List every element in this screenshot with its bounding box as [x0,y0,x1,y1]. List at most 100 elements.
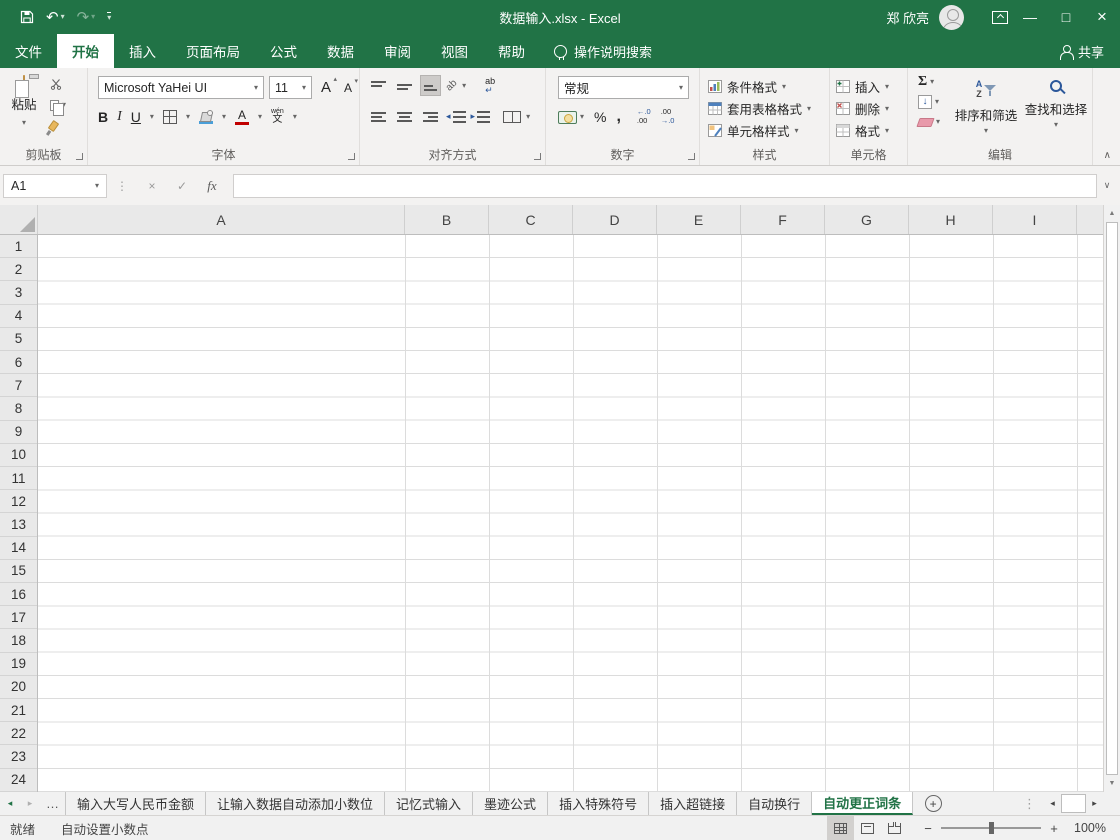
merge-center-button[interactable] [503,110,522,123]
conditional-formatting-button[interactable]: 条件格式 ▾ [708,77,786,96]
decrease-indent-button[interactable]: ◂ [446,110,466,123]
row-header[interactable]: 10 [0,444,37,468]
save-icon[interactable] [20,10,34,24]
row-header[interactable]: 18 [0,629,37,653]
tab-data[interactable]: 数据 [312,34,369,68]
clipboard-dialog-launcher[interactable] [76,153,83,160]
comma-style-button[interactable]: , [616,108,620,126]
phonetic-guide-button[interactable]: wén 文 [271,108,284,125]
undo-button[interactable]: ↶ ▾ [46,10,65,25]
cut-button[interactable] [50,77,66,91]
zoom-level[interactable]: 100% [1064,821,1106,835]
customize-qat-button[interactable]: ▾ [107,12,112,22]
column-header-e[interactable]: E [657,205,741,234]
column-header-c[interactable]: C [489,205,573,234]
horizontal-scroll-thumb[interactable] [1061,794,1086,813]
number-format-select[interactable]: 常规 ▾ [558,76,689,99]
row-header[interactable]: 5 [0,328,37,352]
zoom-slider[interactable] [941,822,1041,834]
sheet-nav-left-button[interactable]: ◂ [0,792,20,815]
tab-home[interactable]: 开始 [57,34,114,68]
column-header-partial[interactable] [1077,205,1103,234]
font-dialog-launcher[interactable] [348,153,355,160]
number-dialog-launcher[interactable] [688,153,695,160]
tab-insert[interactable]: 插入 [114,34,171,68]
horizontal-scrollbar[interactable]: ◂ ▸ [1044,792,1103,815]
font-size-select[interactable]: 11 ▾ [269,76,312,99]
select-all-button[interactable] [0,205,38,234]
sort-filter-button[interactable]: AZ 排序和筛选 ▾ [952,76,1020,135]
column-header-b[interactable]: B [405,205,489,234]
bottom-align-button[interactable] [420,75,441,96]
insert-cells-button[interactable]: 插入 ▾ [836,77,889,96]
increase-decimal-button[interactable]: ←.0 .00 [637,108,651,125]
row-header[interactable]: 22 [0,722,37,746]
alignment-dialog-launcher[interactable] [534,153,541,160]
zoom-in-button[interactable]: + [1044,821,1064,836]
row-header[interactable]: 24 [0,769,37,792]
increase-indent-button[interactable]: ▸ [471,110,491,123]
column-header-g[interactable]: G [825,205,909,234]
ribbon-display-options-icon[interactable] [992,10,1008,24]
sheet-tab[interactable]: 墨迹公式 [473,792,549,815]
sheet-tab-active[interactable]: 自动更正词条 [812,792,914,815]
row-header[interactable]: 13 [0,513,37,537]
row-header[interactable]: 11 [0,467,37,491]
row-header[interactable]: 6 [0,351,37,375]
wrap-text-button[interactable]: ab ↵ [485,76,495,95]
column-header-i[interactable]: I [993,205,1077,234]
new-sheet-button[interactable]: + [913,792,953,815]
user-avatar[interactable] [939,4,964,30]
align-right-button[interactable] [420,106,441,127]
italic-button[interactable]: I [117,109,122,125]
row-header[interactable]: 15 [0,560,37,584]
name-box[interactable]: A1 ▾ [3,173,107,198]
format-cells-button[interactable]: 格式 ▾ [836,121,889,140]
fill-button[interactable]: ↓ ▾ [918,95,940,109]
row-header[interactable]: 19 [0,653,37,676]
share-button[interactable]: 共享 [1044,34,1120,68]
formula-input[interactable] [233,173,1097,198]
hscroll-right-button[interactable]: ▸ [1086,798,1103,809]
underline-button[interactable]: U [131,109,141,125]
close-button[interactable]: × [1084,0,1120,34]
tab-view[interactable]: 视图 [426,34,483,68]
row-header[interactable]: 4 [0,305,37,328]
row-header[interactable]: 21 [0,699,37,723]
align-left-button[interactable] [368,106,389,127]
maximize-button[interactable]: □ [1048,0,1084,34]
delete-cells-button[interactable]: 删除 ▾ [836,99,889,118]
top-align-button[interactable] [368,75,389,96]
autosum-button[interactable]: Σ ▾ [918,74,940,89]
format-as-table-button[interactable]: 套用表格格式 ▾ [708,99,811,118]
hscroll-left-button[interactable]: ◂ [1044,798,1061,809]
zoom-out-button[interactable]: − [918,821,938,836]
row-header[interactable]: 20 [0,676,37,700]
zoom-slider-handle[interactable] [989,822,994,834]
row-header[interactable]: 16 [0,583,37,607]
row-header[interactable]: 14 [0,537,37,560]
column-header-a[interactable]: A [38,205,405,234]
page-break-view-button[interactable] [881,816,908,840]
worksheet-grid[interactable] [38,235,1103,792]
expand-formula-bar-button[interactable]: ∨ [1097,180,1117,191]
format-painter-button[interactable] [47,119,66,133]
borders-button[interactable] [162,109,177,124]
sheet-tab[interactable]: 自动换行 [737,792,813,815]
accounting-format-button[interactable]: ▾ [558,110,584,124]
decrease-decimal-button[interactable]: .00 →.0 [661,108,675,125]
row-header[interactable]: 23 [0,745,37,769]
percent-style-button[interactable]: % [594,109,606,125]
row-header[interactable]: 17 [0,606,37,630]
scroll-down-button[interactable]: ▼ [1104,775,1120,792]
font-color-button[interactable]: A [234,109,249,125]
tell-me-search[interactable]: 操作说明搜索 [540,34,666,68]
sheet-tab[interactable]: 插入特殊符号 [548,792,650,815]
bold-button[interactable]: B [98,109,108,125]
scroll-up-button[interactable]: ▲ [1104,205,1120,222]
find-select-button[interactable]: 查找和选择 ▾ [1022,76,1090,129]
cancel-entry-button[interactable]: × [137,179,167,193]
tab-file[interactable]: 文件 [0,34,57,68]
column-header-d[interactable]: D [573,205,657,234]
sheet-tab[interactable]: 记忆式输入 [385,792,474,815]
